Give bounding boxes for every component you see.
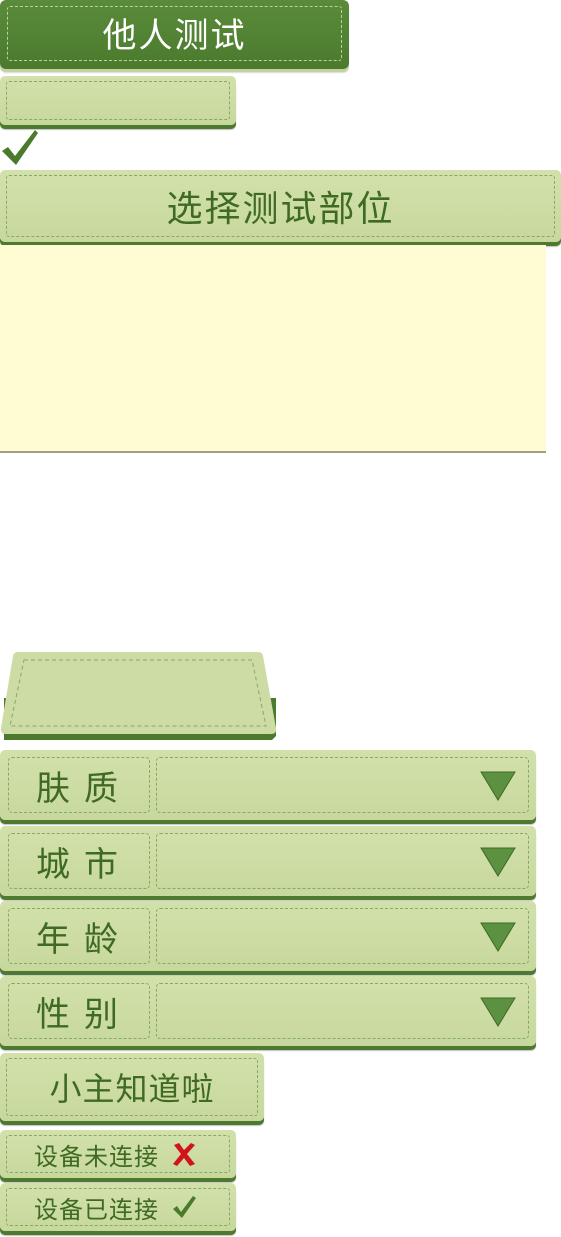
age-row[interactable]: 年龄 xyxy=(0,901,536,971)
small-input-panel[interactable] xyxy=(0,76,236,125)
city-row[interactable]: 城市 xyxy=(0,826,536,896)
triangle-down-icon[interactable] xyxy=(480,922,516,952)
check-icon xyxy=(173,1196,196,1218)
device-connected-badge: 设备已连接 xyxy=(0,1183,236,1231)
tab-other-test[interactable]: 他人测试 xyxy=(0,0,349,69)
tab-other-test-label: 他人测试 xyxy=(102,16,247,56)
device-disconnected-text: 设备未连接 xyxy=(34,1142,159,1171)
parts-area xyxy=(0,245,546,453)
city-label: 城市 xyxy=(8,833,150,889)
got-it-label: 小主知道啦 xyxy=(49,1070,215,1108)
triangle-down-icon[interactable] xyxy=(480,997,516,1027)
got-it-button[interactable]: 小主知道啦 xyxy=(0,1053,264,1121)
skin-type-row[interactable]: 肤质 xyxy=(0,750,536,820)
device-connected-text: 设备已连接 xyxy=(34,1195,159,1224)
skin-type-select[interactable] xyxy=(156,757,529,813)
trapezoid-panel[interactable] xyxy=(0,648,277,745)
select-part-button[interactable]: 选择测试部位 xyxy=(0,170,561,242)
city-select[interactable] xyxy=(156,833,529,889)
gender-select[interactable] xyxy=(156,983,529,1039)
skin-type-label: 肤质 xyxy=(8,757,150,813)
triangle-down-icon[interactable] xyxy=(480,771,516,801)
cross-icon xyxy=(173,1143,195,1166)
gender-row[interactable]: 性别 xyxy=(0,976,536,1046)
check-icon xyxy=(0,128,40,168)
device-disconnected-badge: 设备未连接 xyxy=(0,1130,236,1178)
age-select[interactable] xyxy=(156,908,529,964)
select-part-label: 选择测试部位 xyxy=(166,189,395,230)
age-label: 年龄 xyxy=(8,908,150,964)
gender-label: 性别 xyxy=(8,983,150,1039)
triangle-down-icon[interactable] xyxy=(480,847,516,877)
